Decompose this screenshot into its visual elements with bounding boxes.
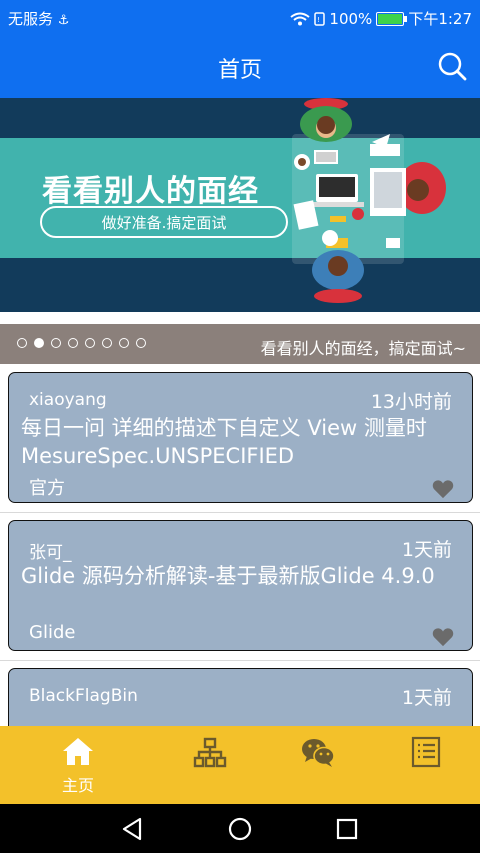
system-navigation-bar <box>0 804 480 853</box>
nav-wechat[interactable] <box>258 726 378 804</box>
carousel-dots <box>17 338 146 348</box>
banner-carousel[interactable]: 看看别人的面经 做好准备.搞定面试 <box>0 98 480 312</box>
meeting-illustration <box>292 98 446 303</box>
article-card[interactable]: 张可_ 1天前 Glide 源码分析解读-基于最新版Glide 4.9.0 Gl… <box>8 520 473 651</box>
sitemap-icon <box>193 737 227 768</box>
article-author: 张可_ <box>29 543 72 563</box>
status-left: 无服务 ⚓ <box>8 8 69 29</box>
home-icon <box>63 738 93 765</box>
carousel-caption: 看看别人的面经，搞定面试~ <box>260 339 466 358</box>
battery-percent: 100% <box>329 9 373 28</box>
carousel-dot[interactable] <box>85 338 95 348</box>
sim-icon: ! <box>314 11 326 26</box>
home-circle-icon[interactable] <box>227 816 253 842</box>
carrier-text: 无服务 <box>8 10 54 28</box>
banner-subtitle: 做好准备.搞定面试 <box>40 206 288 238</box>
article-author: BlackFlagBin <box>29 686 138 706</box>
nav-system[interactable] <box>150 726 270 804</box>
divider <box>0 512 480 513</box>
bottom-navigation: 主页 <box>0 726 480 804</box>
search-icon[interactable] <box>436 50 468 82</box>
svg-text:!: ! <box>317 16 320 24</box>
article-tag: 官方 <box>29 478 65 499</box>
clock: 下午1:27 <box>408 10 472 28</box>
usb-icon: ⚓ <box>57 13 70 28</box>
carousel-dot[interactable] <box>119 338 129 348</box>
carousel-dot[interactable] <box>34 338 44 348</box>
page-title: 首页 <box>217 58 262 83</box>
divider <box>0 660 480 661</box>
carousel-dot[interactable] <box>136 338 146 348</box>
nav-home-label: 主页 <box>61 776 94 795</box>
carousel-dot[interactable] <box>51 338 61 348</box>
nav-project[interactable] <box>366 726 480 804</box>
battery-icon <box>376 11 408 26</box>
article-title: 每日一问 详细的描述下自定义 View 测量时 MesureSpec.UNSPE… <box>21 416 427 468</box>
carousel-dot[interactable] <box>17 338 27 348</box>
wifi-icon <box>290 12 311 25</box>
carousel-dot[interactable] <box>102 338 112 348</box>
app-bar: 首页 <box>0 34 480 98</box>
nav-home[interactable]: 主页 <box>18 726 138 804</box>
heart-icon[interactable] <box>432 479 454 499</box>
article-time: 1天前 <box>401 539 452 561</box>
article-card[interactable]: xiaoyang 13小时前 每日一问 详细的描述下自定义 View 测量时 M… <box>8 372 473 503</box>
article-author: xiaoyang <box>29 390 107 410</box>
banner-title: 看看别人的面经 <box>42 174 259 209</box>
back-icon[interactable] <box>120 816 146 842</box>
list-icon <box>411 736 441 768</box>
article-list[interactable]: xiaoyang 13小时前 每日一问 详细的描述下自定义 View 测量时 M… <box>0 364 480 726</box>
article-title: Glide 源码分析解读-基于最新版Glide 4.9.0 <box>21 564 435 588</box>
wechat-icon <box>302 739 335 767</box>
heart-icon[interactable] <box>432 627 454 647</box>
article-card[interactable]: BlackFlagBin 1天前 <box>8 668 473 726</box>
carousel-indicator: 看看别人的面经，搞定面试~ <box>0 324 480 364</box>
status-bar: 无服务 ⚓ ! 100% 下午1:27 <box>0 0 480 34</box>
recents-icon[interactable] <box>334 816 360 842</box>
status-right: ! 100% 下午1:27 <box>290 8 472 29</box>
article-time: 1天前 <box>401 687 452 709</box>
article-tag: Glide <box>29 622 76 643</box>
carousel-dot[interactable] <box>68 338 78 348</box>
article-time: 13小时前 <box>370 391 452 413</box>
